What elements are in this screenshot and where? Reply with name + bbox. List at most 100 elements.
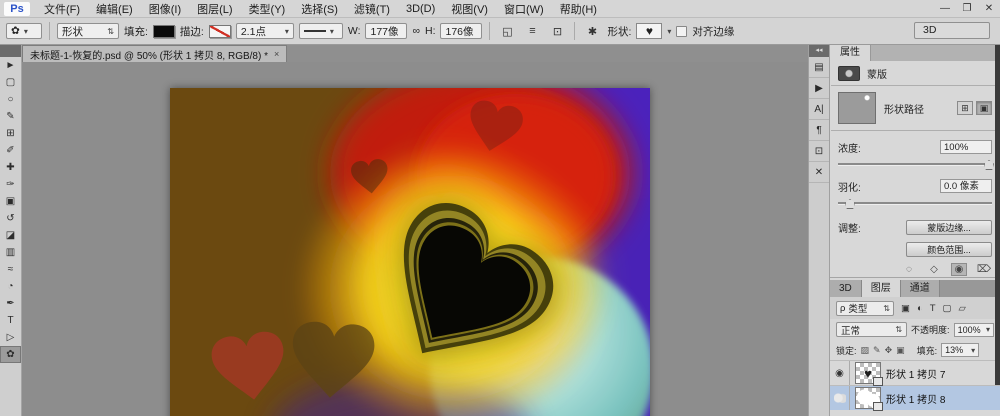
tool-marquee[interactable]: ▢ [0,74,21,91]
tool-custom-shape-active[interactable]: ✿ [0,346,21,363]
tool-eraser[interactable]: ◪ [0,227,21,244]
tool-mode-select[interactable]: 形状 ⇅ [57,23,119,39]
tab-channels[interactable]: 通道 [901,280,940,297]
tab-close-icon[interactable]: × [274,49,279,59]
apply-mask-icon[interactable]: ◇ [926,264,942,275]
filter-shape-icon[interactable]: ▢ [943,303,952,314]
tool-dodge[interactable]: ◔ [0,278,21,295]
blend-mode-select[interactable]: 正常 ⇅ [836,322,907,337]
visibility-cell[interactable]: ◉ [830,361,850,385]
mask-icon[interactable] [838,66,860,81]
add-vector-mask-button[interactable]: ▣ [976,101,992,115]
tool-move[interactable]: ► [0,57,21,74]
menu-3d[interactable]: 3D(D) [398,3,443,15]
add-pixel-mask-button[interactable]: ⊞ [957,101,973,115]
path-operations-button[interactable]: ◱ [497,22,517,40]
layer-row-shape-copy-7[interactable]: ◉ ♥ 形状 1 拷贝 7 [830,360,1000,385]
delete-mask-icon[interactable]: ⌦ [976,264,992,275]
menu-help[interactable]: 帮助(H) [552,1,605,17]
eye-icon[interactable]: ◉ [835,368,844,379]
paragraph-panel-icon[interactable]: ¶ [809,120,829,141]
tab-properties[interactable]: 属性 [830,45,871,61]
density-slider[interactable] [838,158,992,170]
filter-smart-object-icon[interactable]: ▱ [959,303,966,314]
feather-slider[interactable] [838,197,992,209]
layer-thumbnail[interactable] [855,387,881,409]
tool-crop[interactable]: ⊞ [0,125,21,142]
opacity-input[interactable]: 100% ▾ [954,323,994,337]
layer-row-shape-copy-8[interactable]: 形状 1 拷贝 8 [830,385,1000,410]
menu-window[interactable]: 窗口(W) [496,1,552,17]
fill-input[interactable]: 13% ▾ [941,343,979,357]
shape-path-thumbnail[interactable] [838,92,876,124]
tools-panel-grip[interactable] [0,45,21,57]
tool-quick-selection[interactable]: ✎ [0,108,21,125]
character-panel-icon[interactable]: A| [809,99,829,120]
mask-visibility-eye-icon[interactable]: ◉ [951,263,967,276]
link-dimensions-icon[interactable]: ∞ [412,25,420,37]
menu-layer[interactable]: 图层(L) [189,1,240,17]
layer-name[interactable]: 形状 1 拷贝 7 [886,366,945,381]
tool-gradient[interactable]: ▥ [0,244,21,261]
path-arrange-button[interactable]: ⊡ [547,22,567,40]
lock-transparency-icon[interactable]: ▨ [861,345,870,356]
stroke-width-input[interactable]: 2.1点 ▾ [236,23,294,39]
tool-presets-panel-icon[interactable]: ✕ [809,162,829,183]
collapse-panels-button[interactable]: ◂◂ [809,45,829,57]
tool-path-selection[interactable]: ▷ [0,329,21,346]
minimize-button[interactable]: — [934,3,956,14]
feather-value[interactable]: 0.0 像素 [940,179,992,193]
brush-settings-panel-icon[interactable]: ▤ [809,57,829,78]
layer-name[interactable]: 形状 1 拷贝 8 [886,391,945,406]
menu-image[interactable]: 图像(I) [141,1,189,17]
eye-icon[interactable] [834,393,846,403]
close-button[interactable]: ✕ [978,3,1000,14]
menu-file[interactable]: 文件(F) [36,1,88,17]
slider-thumb[interactable] [984,160,994,170]
load-selection-icon[interactable]: ◌ [901,264,917,275]
visibility-cell[interactable] [830,386,850,410]
slider-thumb[interactable] [845,199,855,209]
menu-view[interactable]: 视图(V) [443,1,496,17]
tool-clone-stamp[interactable]: ▣ [0,193,21,210]
document-tab[interactable]: 未标题-1-恢复的.psd @ 50% (形状 1 拷贝 8, RGB/8) *… [22,45,287,62]
tool-smudge[interactable]: ≈ [0,261,21,278]
filter-adjustment-icon[interactable]: ◐ [917,303,923,314]
lock-all-icon[interactable]: ▣ [896,345,905,356]
tool-pen[interactable]: ✒ [0,295,21,312]
filter-pixel-icon[interactable]: ▣ [901,303,910,314]
shape-width-input[interactable]: 177像 [365,23,407,39]
canvas-artwork[interactable] [170,88,650,416]
stroke-style-select[interactable]: ▾ [299,23,343,39]
tool-history-brush[interactable]: ↺ [0,210,21,227]
actions-panel-icon[interactable]: ▶ [809,78,829,99]
workspace-3d-button[interactable]: 3D [914,22,990,39]
restore-button[interactable]: ❐ [956,3,978,14]
menu-select[interactable]: 选择(S) [293,1,346,17]
tool-type[interactable]: T [0,312,21,329]
gear-icon[interactable]: ✱ [582,22,602,40]
lock-pixels-icon[interactable]: ✎ [873,345,881,356]
tool-healing-brush[interactable]: ✚ [0,159,21,176]
layer-thumbnail[interactable]: ♥ [855,362,881,384]
tool-brush[interactable]: ✑ [0,176,21,193]
tab-layers[interactable]: 图层 [862,280,901,297]
menu-edit[interactable]: 编辑(E) [88,1,141,17]
tool-preset-picker[interactable]: ✿ ▾ [6,23,42,39]
clone-source-panel-icon[interactable]: ⊡ [809,141,829,162]
tool-eyedropper[interactable]: ✐ [0,142,21,159]
density-value[interactable]: 100% [940,140,992,154]
shape-height-input[interactable]: 176像 [440,23,482,39]
menu-type[interactable]: 类型(Y) [241,1,294,17]
filter-type-icon[interactable]: T [930,303,936,314]
shape-picker[interactable]: ♥ [636,23,662,39]
stroke-color-swatch[interactable] [209,25,231,38]
menu-filter[interactable]: 滤镜(T) [346,1,398,17]
color-range-button[interactable]: 颜色范围... [906,242,992,257]
path-alignment-button[interactable]: ≡ [522,22,542,40]
fill-color-swatch[interactable] [153,25,175,38]
lock-position-icon[interactable]: ✥ [885,345,893,356]
layer-filter-select[interactable]: ρ 类型 ⇅ [836,301,894,316]
tab-3d[interactable]: 3D [830,280,862,297]
align-edges-checkbox[interactable] [676,26,687,37]
